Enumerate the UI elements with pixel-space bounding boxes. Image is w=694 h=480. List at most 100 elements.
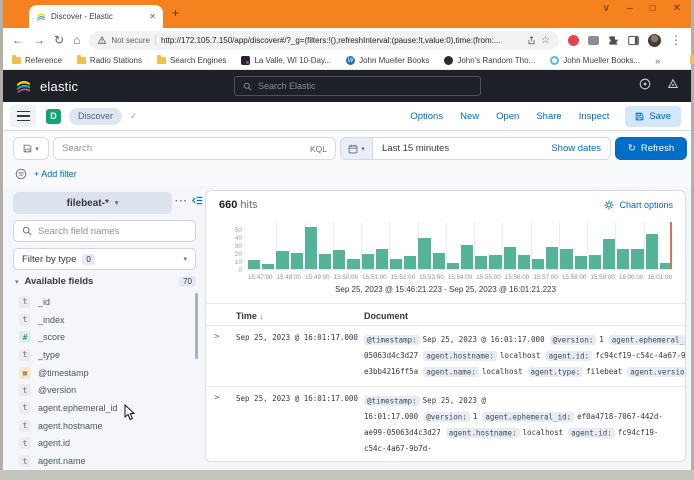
histogram-bar[interactable] xyxy=(560,249,572,269)
histogram-bar[interactable] xyxy=(362,254,374,269)
histogram-bar[interactable] xyxy=(376,249,388,269)
back-icon[interactable]: ← xyxy=(12,34,24,46)
bookmark-item[interactable]: Radio Stations xyxy=(77,56,142,65)
url-text[interactable]: http://172.105.7.150/app/discover#/?_g=(… xyxy=(161,36,522,45)
histogram-bar[interactable] xyxy=(546,247,558,269)
reload-icon[interactable]: ↻ xyxy=(54,34,64,46)
field-item[interactable]: t_id xyxy=(13,293,193,311)
histogram-bar[interactable] xyxy=(433,253,445,269)
available-fields-header[interactable]: ▾ Available fields 70 xyxy=(15,276,196,287)
saved-query-menu-button[interactable]: ▾ xyxy=(13,137,49,160)
browser-tab[interactable]: Discover - Elastic ✕ xyxy=(29,5,163,28)
nav-action-open[interactable]: Open xyxy=(496,111,519,122)
histogram-bar[interactable] xyxy=(575,256,587,269)
histogram-bar[interactable] xyxy=(589,255,601,269)
bookmark-item[interactable]: John's Random Tho... xyxy=(444,56,535,65)
collapse-sidebar-icon[interactable] xyxy=(192,195,203,206)
window-maximize-icon[interactable]: □ xyxy=(650,3,656,14)
url-bar[interactable]: Not secure http://172.105.7.150/app/disc… xyxy=(89,31,559,50)
histogram-bar[interactable] xyxy=(319,254,331,269)
document-column-header[interactable]: Document xyxy=(364,311,685,321)
histogram-bar[interactable] xyxy=(404,256,416,269)
global-search-input[interactable]: Search Elastic xyxy=(234,76,481,96)
field-item[interactable]: tagent.id xyxy=(13,435,193,453)
histogram-bar[interactable] xyxy=(518,255,530,269)
field-item[interactable]: ▦@timestamp xyxy=(13,364,193,382)
bookmark-item[interactable]: WJohn Mueller Books xyxy=(346,56,429,65)
histogram-bar[interactable] xyxy=(305,227,317,269)
bookmark-item[interactable]: La Valle, WI 10-Day... xyxy=(241,56,331,65)
field-item[interactable]: #_score xyxy=(13,328,193,346)
expand-row-button[interactable]: > xyxy=(214,332,236,380)
window-minimize-icon[interactable]: – xyxy=(627,3,633,14)
help-icon[interactable] xyxy=(639,78,651,90)
histogram-bar[interactable] xyxy=(631,249,643,269)
field-item[interactable]: t_index xyxy=(13,311,193,329)
nav-action-new[interactable]: New xyxy=(460,111,479,122)
histogram-bar[interactable] xyxy=(489,255,501,269)
bookmark-star-icon[interactable]: ☆ xyxy=(541,35,550,46)
kql-label[interactable]: KQL xyxy=(310,144,327,154)
new-tab-button[interactable]: + xyxy=(172,6,179,20)
histogram-bar[interactable] xyxy=(276,251,288,269)
security-label[interactable]: Not secure xyxy=(111,36,150,45)
histogram-bar[interactable] xyxy=(447,263,459,269)
histogram-bar[interactable] xyxy=(418,238,430,269)
extensions-puzzle-icon[interactable] xyxy=(608,35,619,46)
histogram-bar[interactable] xyxy=(532,259,544,269)
bookmarks-overflow-icon[interactable]: » xyxy=(655,56,660,66)
expand-row-button[interactable]: > xyxy=(214,393,236,457)
histogram-bar[interactable] xyxy=(333,250,345,269)
nav-action-inspect[interactable]: Inspect xyxy=(579,111,610,122)
menu-hamburger-icon[interactable] xyxy=(10,105,36,127)
bookmark-item[interactable]: Reference xyxy=(12,56,62,65)
screenshot-extension-icon[interactable] xyxy=(588,36,599,45)
sidebar-scrollbar[interactable] xyxy=(195,293,198,359)
histogram-bar[interactable] xyxy=(646,234,658,269)
nav-action-share[interactable]: Share xyxy=(536,111,561,122)
field-item[interactable]: t@version xyxy=(13,381,193,399)
bookmark-item[interactable]: Search Engines xyxy=(157,56,226,65)
histogram-bar[interactable] xyxy=(475,256,487,269)
all-bookmarks-button[interactable]: All Bookmarks xyxy=(690,56,694,65)
histogram-bar[interactable] xyxy=(617,249,629,269)
histogram-bar[interactable] xyxy=(262,264,274,269)
add-filter-button[interactable]: + Add filter xyxy=(34,169,77,179)
histogram-bar[interactable] xyxy=(390,259,402,269)
alerts-icon[interactable] xyxy=(667,78,679,90)
filter-icon[interactable] xyxy=(15,168,27,180)
refresh-button[interactable]: ↻ Refresh xyxy=(615,137,687,160)
nav-action-options[interactable]: Options xyxy=(410,111,443,122)
profile-avatar[interactable] xyxy=(648,34,661,47)
save-button[interactable]: Save xyxy=(625,106,681,127)
histogram-bar[interactable] xyxy=(461,245,473,269)
histogram-bar[interactable] xyxy=(347,259,359,269)
field-item[interactable]: tagent.name xyxy=(13,452,193,470)
browser-menu-icon[interactable]: ⋮ xyxy=(670,34,682,46)
index-pattern-options-icon[interactable]: ··· xyxy=(175,196,188,207)
space-badge[interactable]: D xyxy=(46,109,61,124)
index-pattern-selector[interactable]: filebeat-* ▾ xyxy=(13,192,172,214)
window-close-icon[interactable]: ✕ xyxy=(673,3,681,14)
share-icon[interactable] xyxy=(527,36,536,45)
show-dates-link[interactable]: Show dates xyxy=(551,143,601,154)
field-search-input[interactable]: Search field names xyxy=(13,220,196,242)
side-panel-icon[interactable] xyxy=(628,35,639,46)
field-item[interactable]: tagent.ephemeral_id xyxy=(13,399,193,417)
field-item[interactable]: tagent.hostname xyxy=(13,417,193,435)
window-menu-icon[interactable]: ∨ xyxy=(603,3,610,14)
breadcrumb-discover[interactable]: Discover xyxy=(69,108,122,125)
date-picker-button[interactable]: ▾ xyxy=(340,137,373,160)
histogram[interactable] xyxy=(248,222,672,270)
forward-icon[interactable]: → xyxy=(33,34,45,46)
sort-descending-icon[interactable]: ↓ xyxy=(259,312,263,321)
histogram-bar[interactable] xyxy=(504,247,516,269)
filter-by-type-select[interactable]: Filter by type 0 ▾ xyxy=(13,248,196,270)
bookmark-item[interactable]: John Mueller Books... xyxy=(550,56,640,65)
tab-close-icon[interactable]: ✕ xyxy=(149,12,156,21)
time-range-field[interactable]: Last 15 minutes Show dates xyxy=(373,137,611,160)
time-column-header[interactable]: Time ↓ xyxy=(236,311,364,321)
query-search-input[interactable]: Search KQL xyxy=(53,137,336,160)
home-icon[interactable]: ⌂ xyxy=(73,34,80,46)
chart-options-button[interactable]: Chart options xyxy=(604,200,673,210)
